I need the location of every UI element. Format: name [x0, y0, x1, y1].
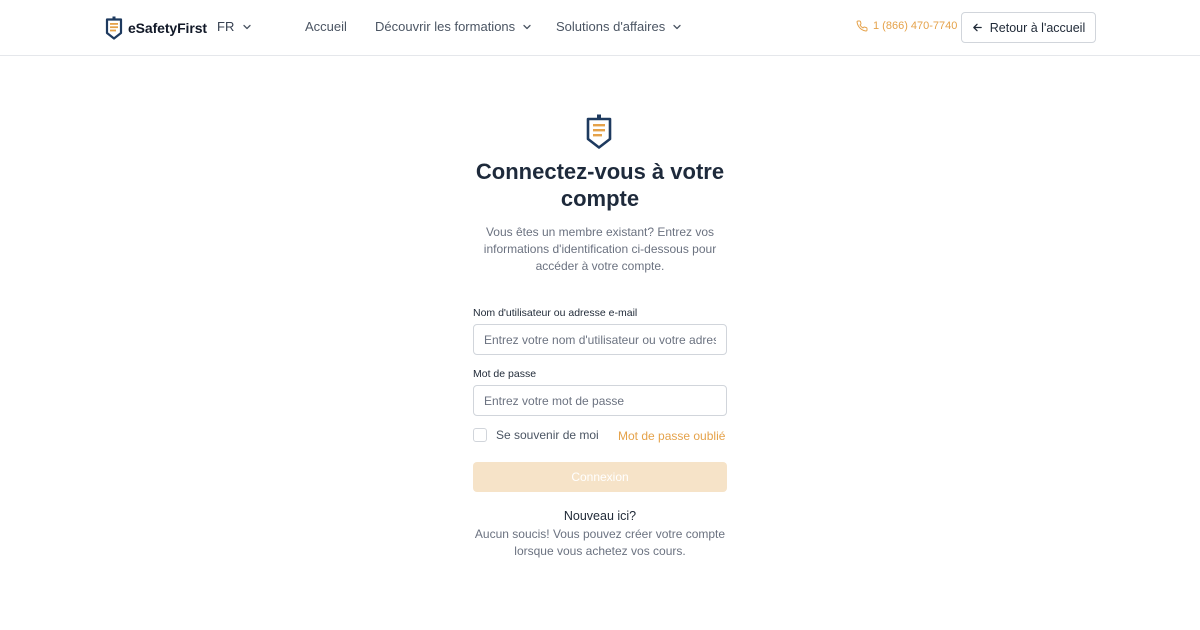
password-input[interactable] [473, 385, 727, 416]
new-user-heading: Nouveau ici? [563, 509, 637, 523]
nav-business-label: Solutions d'affaires [556, 19, 666, 34]
remember-me-option[interactable]: Se souvenir de moi [473, 428, 599, 442]
arrow-left-icon [972, 23, 982, 32]
back-to-home-button[interactable]: Retour à l'accueil [961, 12, 1096, 43]
nav-menu-business[interactable]: Solutions d'affaires [556, 19, 682, 34]
forgot-password-link[interactable]: Mot de passe oublié [618, 429, 725, 443]
new-user-text: Aucun soucis! Vous pouvez créer votre co… [474, 527, 726, 558]
language-label: FR [217, 19, 235, 34]
nav-menu-courses[interactable]: Découvrir les formations [375, 19, 532, 34]
brand-name: eSafetyFirst [128, 20, 207, 36]
back-button-label: Retour à l'accueil [989, 20, 1086, 35]
page-subtitle: Vous êtes un membre existant? Entrez vos… [483, 225, 717, 273]
nav-home-label: Accueil [305, 19, 347, 34]
nav-link-home[interactable]: Accueil [305, 19, 347, 34]
chevron-down-icon [523, 24, 531, 29]
password-label: Mot de passe [473, 368, 537, 380]
username-label: Nom d'utilisateur ou adresse e-mail [473, 307, 638, 319]
shield-document-icon [586, 114, 612, 149]
brand-logo[interactable]: eSafetyFirst [105, 15, 207, 41]
phone-number: 1 (866) 470-7740 [873, 20, 958, 32]
page-title: Connectez-vous à votre compte [475, 159, 725, 211]
username-input[interactable] [473, 324, 727, 355]
chevron-down-icon [243, 24, 251, 29]
phone-icon [856, 20, 868, 32]
shield-document-icon [105, 16, 123, 40]
login-button[interactable]: Connexion [473, 462, 727, 492]
top-navigation-bar: eSafetyFirst FR Accueil Découvrir les fo… [0, 0, 1200, 56]
phone-link[interactable]: 1 (866) 470-7740 [856, 20, 957, 32]
language-selector[interactable]: FR [217, 19, 252, 34]
chevron-down-icon [673, 24, 681, 29]
remember-me-label: Se souvenir de moi [496, 428, 599, 442]
nav-courses-label: Découvrir les formations [375, 19, 516, 34]
remember-me-checkbox[interactable] [473, 428, 487, 442]
